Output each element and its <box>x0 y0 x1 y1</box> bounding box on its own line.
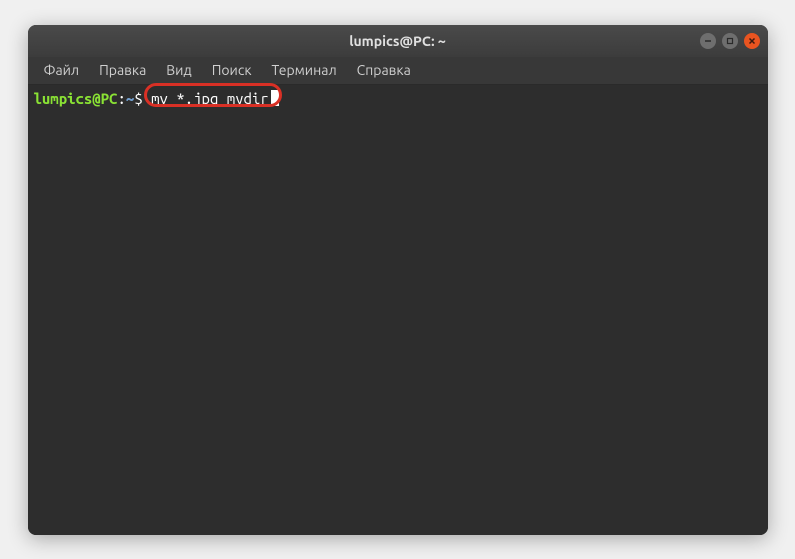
window-controls <box>700 33 760 49</box>
prompt-separator: : <box>118 89 126 109</box>
menu-file[interactable]: Файл <box>36 59 88 81</box>
command-value: mv *.jpg mydir <box>151 90 269 107</box>
prompt-path: ~ <box>126 89 134 109</box>
minimize-icon <box>704 37 712 45</box>
terminal-window: lumpics@PC: ~ Файл Правка Вид Поиск Терм… <box>28 25 768 535</box>
maximize-icon <box>726 37 734 45</box>
cursor <box>271 90 279 106</box>
prompt-symbol: $ <box>134 89 142 109</box>
terminal-body[interactable]: lumpics@PC:~$ mv *.jpg mydir <box>28 85 768 535</box>
minimize-button[interactable] <box>700 33 716 49</box>
menu-help[interactable]: Справка <box>349 59 419 81</box>
menu-search[interactable]: Поиск <box>204 59 260 81</box>
close-icon <box>748 37 756 45</box>
window-title: lumpics@PC: ~ <box>349 33 446 49</box>
menu-view[interactable]: Вид <box>158 59 199 81</box>
titlebar[interactable]: lumpics@PC: ~ <box>28 25 768 57</box>
command-text: mv *.jpg mydir <box>143 89 269 109</box>
maximize-button[interactable] <box>722 33 738 49</box>
prompt-line: lumpics@PC:~$ mv *.jpg mydir <box>34 89 762 109</box>
close-button[interactable] <box>744 33 760 49</box>
menubar: Файл Правка Вид Поиск Терминал Справка <box>28 57 768 85</box>
prompt-user-host: lumpics@PC <box>34 89 118 109</box>
menu-edit[interactable]: Правка <box>91 59 154 81</box>
menu-terminal[interactable]: Терминал <box>264 59 345 81</box>
